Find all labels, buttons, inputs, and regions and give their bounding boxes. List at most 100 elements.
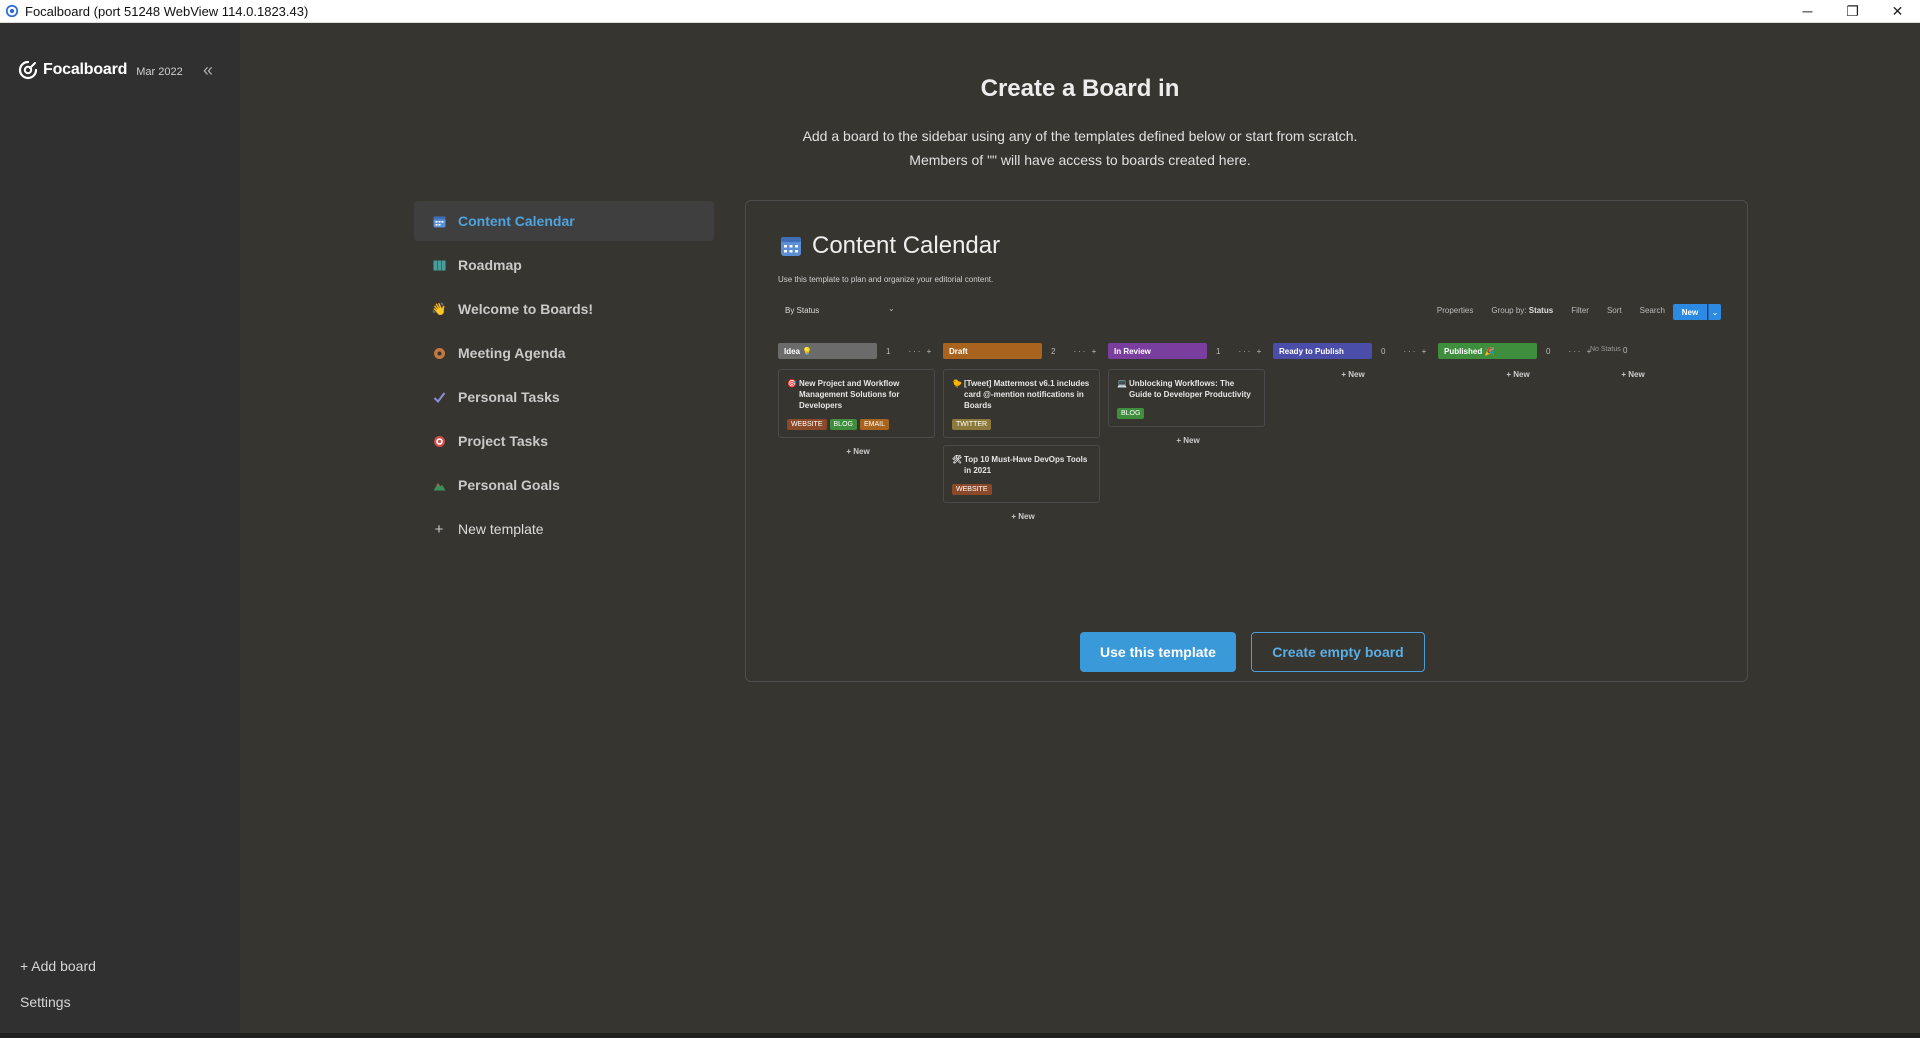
template-item-meeting-agenda[interactable]: Meeting Agenda	[414, 333, 714, 373]
template-item-label: Welcome to Boards!	[458, 301, 594, 317]
board-card: 🐤 [Tweet] Mattermost v6.1 includes card @…	[943, 369, 1100, 438]
card-title: [Tweet] Mattermost v6.1 includes card @-…	[964, 379, 1090, 410]
column-name: Idea 💡	[778, 343, 877, 359]
tag: BLOG	[829, 419, 857, 430]
column-count: 1	[886, 346, 891, 356]
card-title: New Project and Workflow Management Solu…	[799, 379, 900, 410]
template-item-label: Project Tasks	[458, 433, 549, 449]
preview-toolbar: By Status ⌄ Properties Group by: Status …	[778, 304, 1721, 320]
donut-icon	[432, 346, 446, 360]
window-title: Focalboard (port 51248 WebView 114.0.182…	[25, 3, 309, 19]
template-item-label: Meeting Agenda	[458, 345, 566, 361]
preview-title: Content Calendar	[812, 232, 1001, 259]
focalboard-logo-icon	[18, 60, 38, 80]
template-item-label: Personal Goals	[458, 477, 560, 493]
card-title: Unblocking Workflows: The Guide to Devel…	[1129, 379, 1251, 399]
mountain-icon	[432, 478, 446, 492]
add-board-button[interactable]: + Add board	[20, 958, 96, 974]
create-empty-board-button[interactable]: Create empty board	[1251, 632, 1425, 672]
chevron-down-icon: ⌄	[1708, 304, 1721, 320]
preview-header: Content Calendar	[780, 232, 1000, 260]
wave-icon: 👋	[431, 302, 447, 316]
brand-version: Mar 2022	[136, 65, 183, 78]
column-name: Published 🎉	[1438, 343, 1537, 359]
search-label: Search	[1639, 306, 1665, 315]
filter-label: Filter	[1571, 306, 1589, 315]
brand: Focalboard Mar 2022	[17, 59, 183, 81]
map-icon	[432, 258, 446, 272]
tag: WEBSITE	[952, 484, 992, 495]
brand-name: Focalboard	[43, 61, 128, 78]
template-item-label: Personal Tasks	[458, 389, 560, 405]
main-content: Create a Board in Add a board to the sid…	[240, 23, 1920, 1033]
add-new-card: + New	[1621, 370, 1645, 379]
tag: BLOG	[1117, 408, 1145, 419]
sidebar: Focalboard Mar 2022 « + Add board Settin…	[0, 23, 240, 1033]
board-column: Idea 💡 1 ··· + 🎯 New Project and Workflow…	[778, 343, 938, 456]
settings-button[interactable]: Settings	[20, 994, 71, 1010]
column-name: Draft	[943, 343, 1042, 359]
tools-icon: 🛠	[952, 455, 963, 464]
board-column: Published 🎉 0 ··· + + New	[1438, 343, 1598, 379]
minimize-button[interactable]: ─	[1785, 0, 1830, 23]
calendar-icon	[781, 237, 801, 256]
laptop-icon: 💻	[1117, 379, 1127, 388]
group-by: Group by: Status	[1491, 306, 1554, 315]
card-title: Top 10 Must-Have DevOps Tools in 2021	[964, 455, 1088, 475]
close-button[interactable]: ✕	[1875, 0, 1920, 23]
no-status-label: No Status	[1590, 346, 1621, 353]
no-status-count: 0	[1623, 346, 1628, 355]
bottom-edge	[0, 1033, 1920, 1038]
column-count: 0	[1381, 346, 1386, 356]
board-columns: Idea 💡 1 ··· + 🎯 New Project and Workflow…	[778, 343, 1728, 563]
new-template-button[interactable]: + New template	[414, 509, 714, 549]
collapse-sidebar-icon[interactable]: «	[203, 61, 221, 79]
target-icon	[432, 434, 446, 448]
column-actions: ··· +	[1073, 346, 1099, 356]
board-card: 💻 Unblocking Workflows: The Guide to Deve…	[1108, 369, 1265, 427]
tag: TWITTER	[952, 419, 992, 430]
add-new-card: + New	[846, 447, 870, 456]
tag: EMAIL	[859, 419, 889, 430]
calendar-icon	[432, 214, 446, 228]
template-item-welcome[interactable]: 👋 Welcome to Boards!	[414, 289, 714, 329]
add-new-card: + New	[1176, 436, 1200, 445]
description-line-1: Add a board to the sidebar using any of …	[802, 128, 1358, 144]
template-item-roadmap[interactable]: Roadmap	[414, 245, 714, 285]
template-item-personal-goals[interactable]: Personal Goals	[414, 465, 714, 505]
chevron-down-icon: ⌄	[888, 304, 895, 313]
preview-description: Use this template to plan and organize y…	[778, 275, 994, 284]
bird-icon: 🐤	[952, 379, 962, 388]
page-title: Create a Board in	[980, 75, 1180, 102]
template-item-label: Content Calendar	[458, 213, 575, 229]
tag: WEBSITE	[787, 419, 827, 430]
board-column: Draft 2 ··· + 🐤 [Tweet] Mattermost v6.1 i…	[943, 343, 1103, 521]
column-name: Ready to Publish	[1273, 343, 1372, 359]
column-actions: ··· +	[1238, 346, 1264, 356]
description-line-2: Members of "" will have access to boards…	[909, 152, 1251, 168]
window-titlebar: Focalboard (port 51248 WebView 114.0.182…	[0, 0, 1920, 23]
template-item-label: Roadmap	[458, 257, 522, 273]
template-item-label: New template	[458, 521, 544, 537]
column-actions: ··· +	[908, 346, 934, 356]
page-description: Add a board to the sidebar using any of …	[240, 124, 1920, 172]
template-item-content-calendar[interactable]: Content Calendar	[414, 201, 714, 241]
template-list: Content Calendar Roadmap 👋 Welcome to Bo…	[414, 201, 714, 553]
check-icon	[432, 390, 446, 404]
board-column: Ready to Publish 0 ··· + + New	[1273, 343, 1433, 379]
column-count: 1	[1216, 346, 1221, 356]
use-template-button[interactable]: Use this template	[1080, 632, 1236, 672]
focalboard-app-icon	[5, 4, 19, 18]
column-count: 2	[1051, 346, 1056, 356]
board-card: 🛠 Top 10 Must-Have DevOps Tools in 2021 W…	[943, 445, 1100, 503]
target-icon: 🎯	[787, 379, 797, 388]
maximize-button[interactable]: ❐	[1830, 0, 1875, 23]
template-item-personal-tasks[interactable]: Personal Tasks	[414, 377, 714, 417]
column-actions: ··· +	[1403, 346, 1429, 356]
board-card: 🎯 New Project and Workflow Management Sol…	[778, 369, 935, 438]
add-new-card: + New	[1341, 370, 1365, 379]
column-name: In Review	[1108, 343, 1207, 359]
column-count: 0	[1546, 346, 1551, 356]
view-selector: By Status	[785, 306, 820, 315]
template-item-project-tasks[interactable]: Project Tasks	[414, 421, 714, 461]
